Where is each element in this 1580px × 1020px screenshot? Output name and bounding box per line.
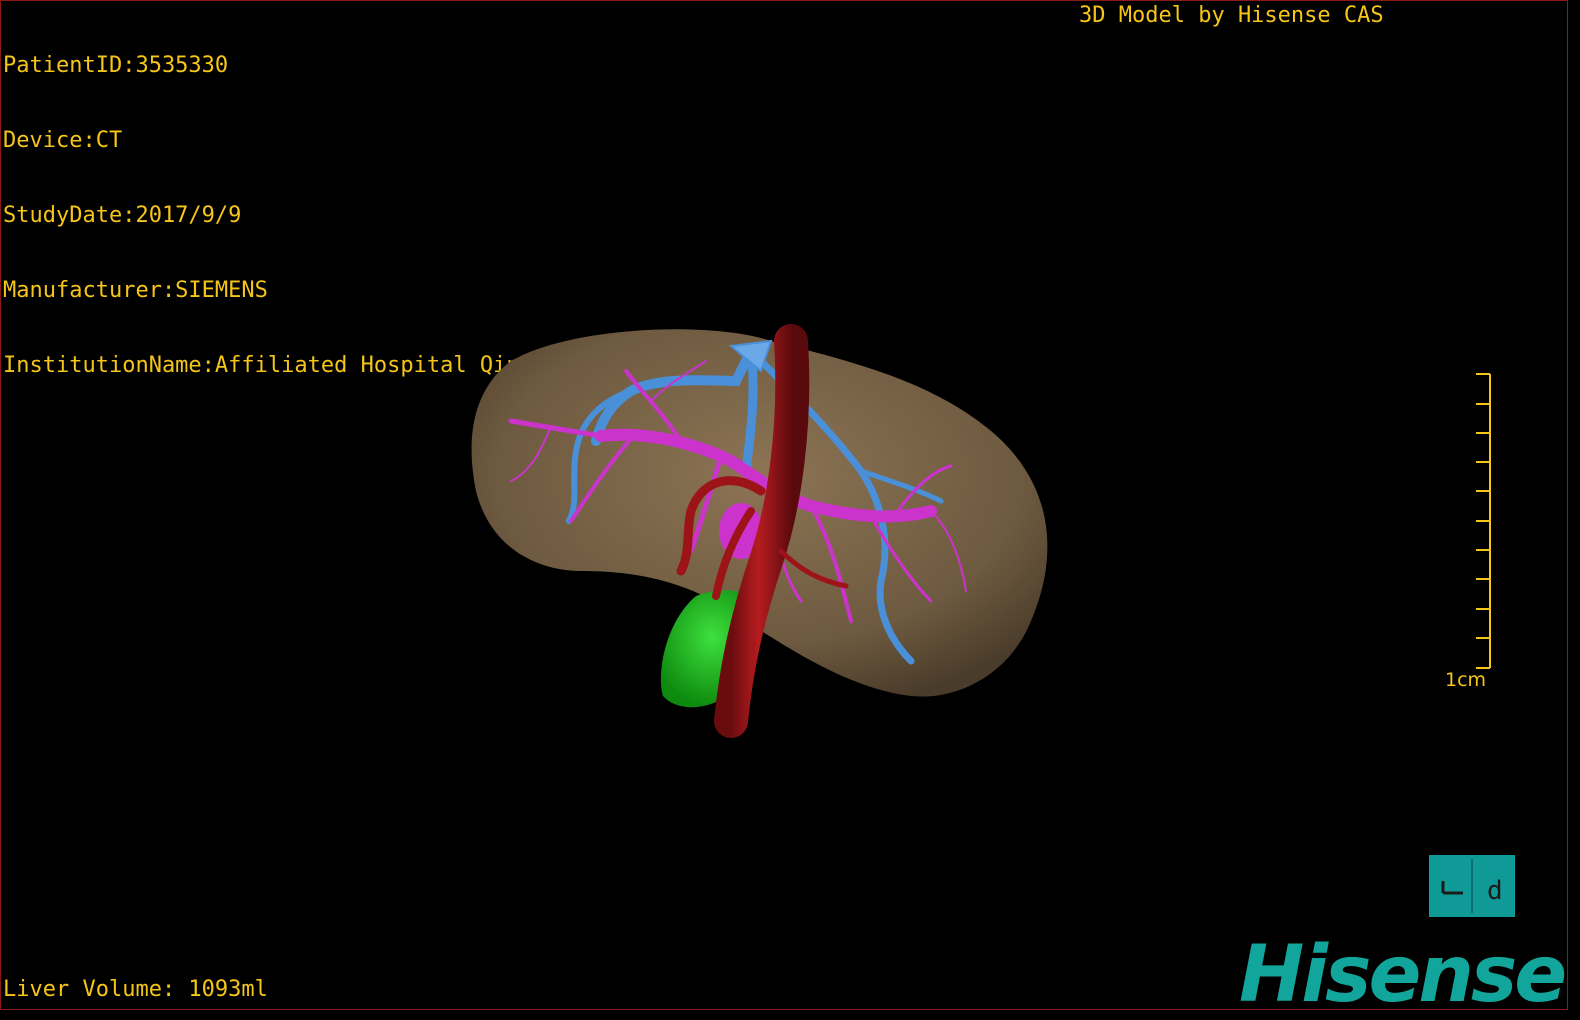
- device: Device:CT: [3, 128, 123, 153]
- model-credit: 3D Model by Hisense CAS: [1079, 3, 1384, 28]
- scale-bar-label: 1cm: [1445, 669, 1487, 691]
- study-date: StudyDate:2017/9/9: [3, 203, 242, 228]
- scale-bar: [1476, 373, 1491, 669]
- hisense-logo: Hisense: [1239, 930, 1567, 1020]
- orientation-cube-icon[interactable]: d: [1429, 855, 1515, 917]
- liver-3d-model[interactable]: [451, 321, 1071, 741]
- liver-volume: Liver Volume: 1093ml: [3, 977, 268, 1002]
- patient-id: PatientID:3535330: [3, 53, 229, 78]
- manufacturer: Manufacturer:SIEMENS: [3, 278, 268, 303]
- 3d-viewport[interactable]: PatientID:3535330 Device:CT StudyDate:20…: [0, 0, 1568, 1015]
- svg-text:d: d: [1487, 876, 1503, 906]
